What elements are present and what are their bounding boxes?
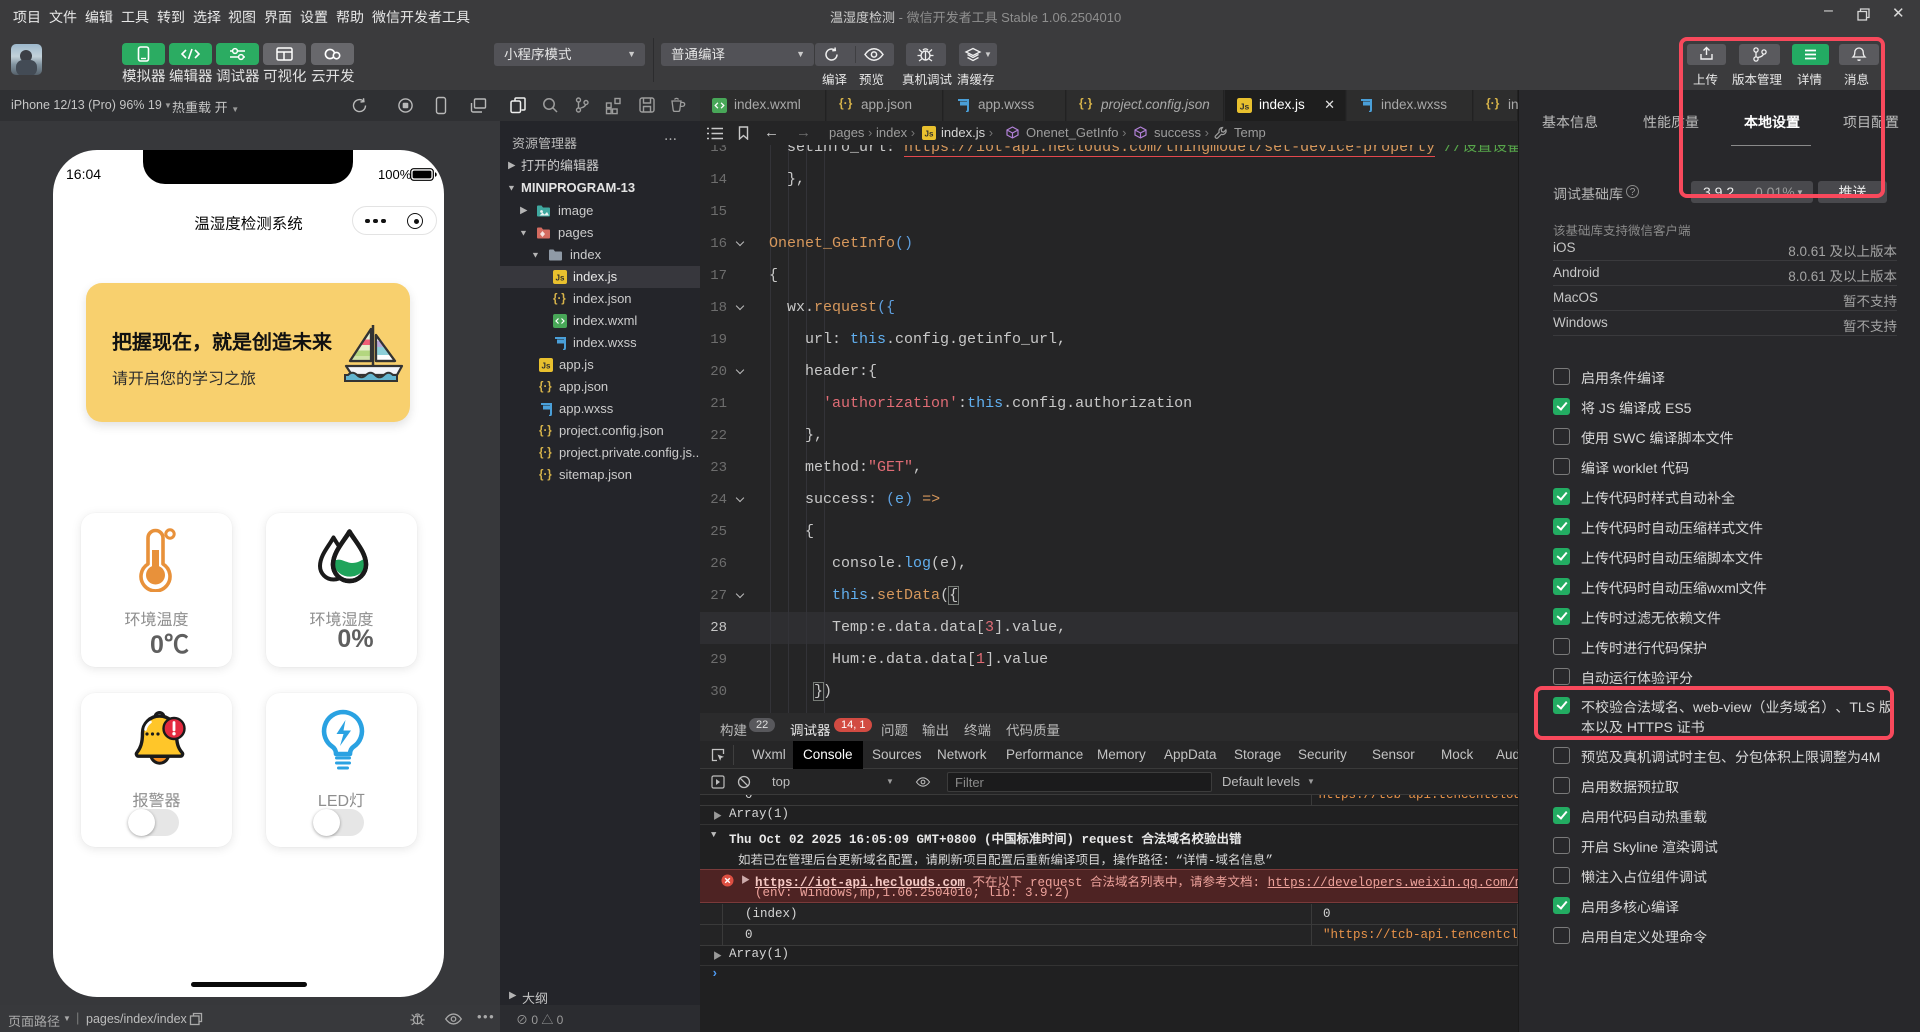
svg-text:Js: Js xyxy=(1240,101,1250,111)
svg-text:Js: Js xyxy=(925,130,934,139)
svg-text:Js: Js xyxy=(556,274,565,283)
svg-text:Js: Js xyxy=(542,362,551,371)
